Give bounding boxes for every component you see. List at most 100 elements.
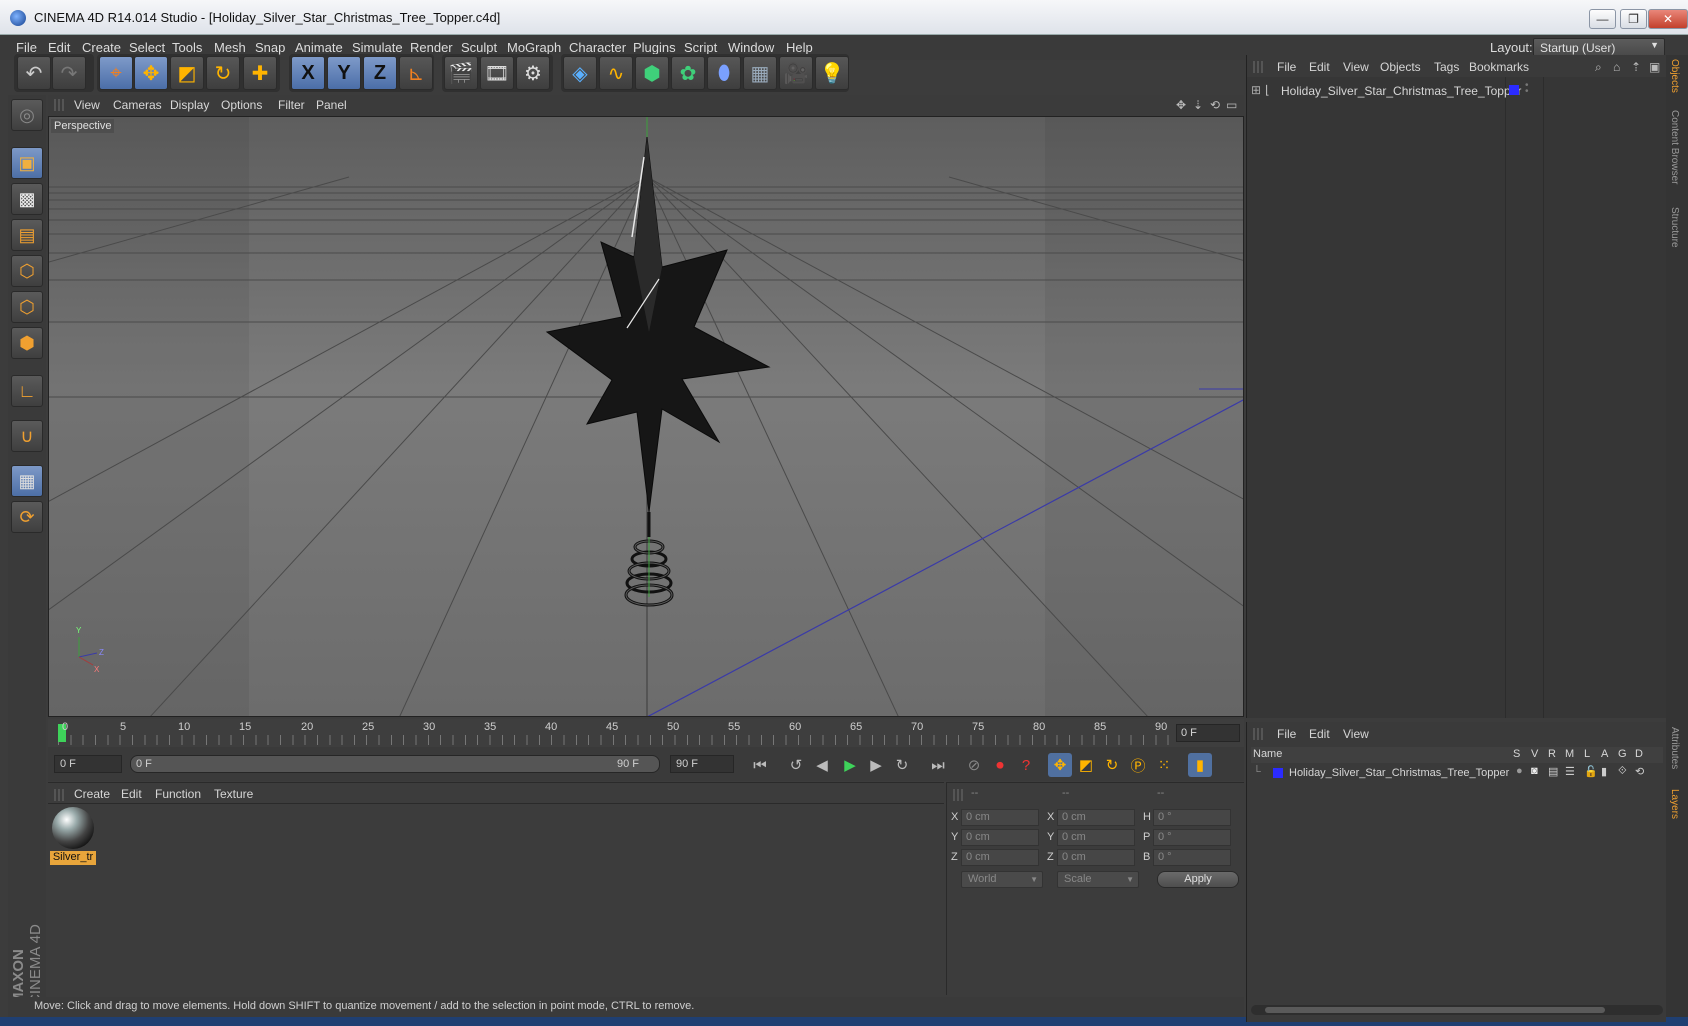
axis-mode-icon[interactable]: ∟ [11, 375, 43, 407]
object-menu-view[interactable]: View [1343, 60, 1369, 74]
deformer-icon[interactable]: ⬮ [707, 56, 741, 90]
timeline-layout-icon[interactable]: ▮ [1188, 753, 1212, 777]
redo-icon[interactable]: ↷ [52, 56, 86, 90]
search-icon[interactable]: ⌕ [1595, 60, 1602, 75]
nurbs-icon[interactable]: ⬢ [635, 56, 669, 90]
pos-x-field[interactable]: 0 cm [961, 809, 1039, 826]
viewport-maximize-icon[interactable]: ▭ [1226, 98, 1237, 112]
autokey-icon[interactable]: ⏺ [988, 753, 1012, 777]
menu-character[interactable]: Character [569, 40, 626, 55]
close-button[interactable]: ✕ [1648, 9, 1688, 29]
key-parameter-icon[interactable]: Ⓟ [1126, 753, 1150, 777]
spline-icon[interactable]: ∿ [599, 56, 633, 90]
make-editable-icon[interactable]: ◎ [11, 99, 43, 131]
menu-render[interactable]: Render [410, 40, 453, 55]
new-view-icon[interactable]: ▣ [1649, 60, 1660, 74]
menu-mesh[interactable]: Mesh [214, 40, 246, 55]
pos-y-field[interactable]: 0 cm [961, 829, 1039, 846]
render-toggle-icon[interactable]: ▤ [1548, 765, 1558, 778]
horizontal-scrollbar[interactable] [1251, 1005, 1663, 1015]
tab-objects[interactable]: Objects [1669, 59, 1680, 93]
add-icon[interactable]: ✚ [243, 56, 277, 90]
viewport-menu-filter[interactable]: Filter [278, 98, 305, 112]
menu-plugins[interactable]: Plugins [633, 40, 676, 55]
tab-structure[interactable]: Structure [1669, 207, 1680, 248]
expand-icon[interactable]: ⊞ [1251, 83, 1261, 97]
light-icon[interactable]: 💡 [815, 56, 849, 90]
z-axis-icon[interactable]: Z [363, 56, 397, 90]
lock-toggle-icon[interactable]: 🔓 [1584, 765, 1598, 778]
layer-menu-edit[interactable]: Edit [1309, 727, 1330, 741]
timeline-ruler[interactable]: 0 5 10 15 20 25 30 35 40 45 50 55 60 65 … [58, 721, 1170, 745]
menu-mograph[interactable]: MoGraph [507, 40, 561, 55]
mograph-icon[interactable]: ✿ [671, 56, 705, 90]
material-menu-create[interactable]: Create [74, 787, 110, 801]
up-arrow-icon[interactable]: ⇡ [1631, 60, 1641, 74]
workplane-icon[interactable]: ▤ [11, 219, 43, 251]
model-mode-icon[interactable]: ▣ [11, 147, 43, 179]
end-frame-field[interactable]: 90 F [670, 755, 734, 773]
menu-sculpt[interactable]: Sculpt [461, 40, 497, 55]
polygons-mode-icon[interactable]: ⬢ [11, 327, 43, 359]
locked-workplane-icon[interactable]: ▦ [11, 465, 43, 497]
x-axis-icon[interactable]: X [291, 56, 325, 90]
rot-b-field[interactable]: 0 ° [1153, 849, 1231, 866]
viewport-rotate-icon[interactable]: ⟲ [1210, 98, 1220, 112]
size-y-field[interactable]: 0 cm [1057, 829, 1135, 846]
current-frame-field[interactable]: 0 F [1176, 724, 1240, 742]
record-keys-icon[interactable]: ⊘ [962, 753, 986, 777]
material-menu-function[interactable]: Function [155, 787, 201, 801]
object-menu-file[interactable]: File [1277, 60, 1296, 74]
scale-icon[interactable]: ◩ [170, 56, 204, 90]
coordinate-system-icon[interactable]: ⊾ [399, 56, 433, 90]
key-scale-icon[interactable]: ◩ [1074, 753, 1098, 777]
viewport-menu-cameras[interactable]: Cameras [113, 98, 162, 112]
coordinate-mode-select[interactable]: Scale ▼ [1057, 871, 1139, 888]
scrollbar-thumb[interactable] [1265, 1007, 1605, 1013]
manager-toggle-icon[interactable]: ☰ [1565, 765, 1575, 778]
menu-file[interactable]: File [16, 40, 37, 55]
timeline[interactable]: 0 5 10 15 20 25 30 35 40 45 50 55 60 65 … [48, 719, 1244, 747]
material-item[interactable]: Silver_tr [50, 805, 96, 865]
size-x-field[interactable]: 0 cm [1057, 809, 1135, 826]
menu-script[interactable]: Script [684, 40, 717, 55]
undo-icon[interactable]: ↶ [17, 56, 51, 90]
minimize-button[interactable]: — [1589, 9, 1616, 29]
viewport-menu-options[interactable]: Options [221, 98, 262, 112]
rot-h-field[interactable]: 0 ° [1153, 809, 1231, 826]
viewport-zoom-icon[interactable]: ⇣ [1193, 98, 1203, 112]
floor-icon[interactable]: ▦ [743, 56, 777, 90]
coordinate-space-select[interactable]: World ▼ [961, 871, 1043, 888]
maximize-button[interactable]: ❐ [1620, 9, 1647, 29]
menu-create[interactable]: Create [82, 40, 121, 55]
menu-help[interactable]: Help [786, 40, 813, 55]
tab-attributes[interactable]: Attributes [1669, 727, 1680, 769]
object-menu-bookmarks[interactable]: Bookmarks [1469, 60, 1529, 74]
live-select-icon[interactable]: ⌖ [99, 56, 133, 90]
material-menu-edit[interactable]: Edit [121, 787, 142, 801]
material-menu-texture[interactable]: Texture [214, 787, 253, 801]
texture-mode-icon[interactable]: ▩ [11, 183, 43, 215]
menu-tools[interactable]: Tools [172, 40, 202, 55]
menu-animate[interactable]: Animate [295, 40, 343, 55]
apply-button[interactable]: Apply [1157, 871, 1239, 888]
next-frame-icon[interactable]: ▶ [864, 753, 888, 777]
render-settings-icon[interactable]: ⚙ [516, 56, 550, 90]
edges-mode-icon[interactable]: ⬡ [11, 291, 43, 323]
layer-menu-view[interactable]: View [1343, 727, 1369, 741]
home-icon[interactable]: ⌂ [1613, 60, 1620, 74]
visibility-dots-icon[interactable]: • • [1525, 81, 1529, 97]
go-to-start-icon[interactable]: ⏮ [748, 753, 772, 777]
render-picture-viewer-icon[interactable]: 🎞 [480, 56, 514, 90]
object-menu-objects[interactable]: Objects [1380, 60, 1421, 74]
move-icon[interactable]: ✥ [134, 56, 168, 90]
menu-simulate[interactable]: Simulate [352, 40, 403, 55]
layer-row[interactable]: └ Holiday_Silver_Star_Christmas_Tree_Top… [1251, 765, 1663, 783]
camera-icon[interactable]: 🎥 [779, 56, 813, 90]
frame-range-slider[interactable]: 0 F 90 F [130, 755, 660, 773]
y-axis-icon[interactable]: Y [327, 56, 361, 90]
perspective-viewport[interactable]: Y Z X Perspective [48, 116, 1244, 717]
menu-window[interactable]: Window [728, 40, 774, 55]
prev-key-icon[interactable]: ↺ [784, 753, 808, 777]
layer-menu-file[interactable]: File [1277, 727, 1296, 741]
